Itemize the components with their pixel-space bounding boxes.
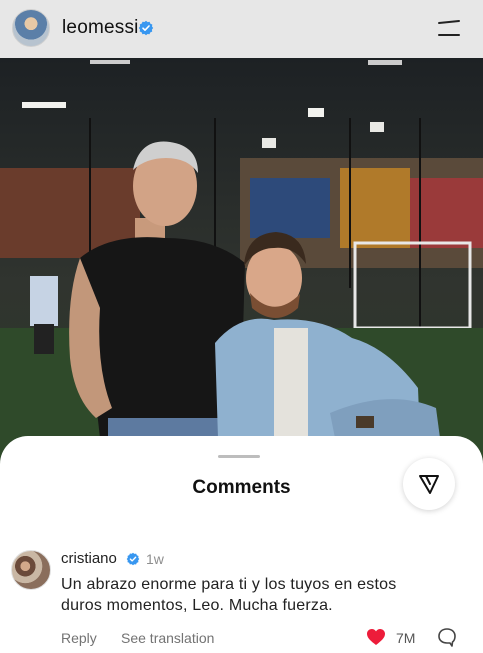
- see-translation-button[interactable]: See translation: [121, 630, 214, 646]
- reply-button[interactable]: Reply: [61, 630, 97, 646]
- comment-time: 1w: [146, 551, 164, 567]
- post-header: leomessi: [0, 0, 483, 58]
- photo-illustration: [0, 58, 483, 468]
- comments-sheet: Comments cristiano 1w Un abrazo enorme p…: [0, 436, 483, 653]
- comment-reply-icon[interactable]: [437, 627, 457, 647]
- verified-badge-icon: [126, 552, 140, 566]
- heart-icon[interactable]: [366, 628, 386, 646]
- menu-icon[interactable]: [437, 19, 461, 39]
- like-count: 7M: [396, 630, 416, 646]
- filter-button[interactable]: [403, 458, 455, 510]
- comment-text: Un abrazo enorme para ti y los tuyos en …: [61, 576, 397, 614]
- drag-handle[interactable]: [218, 455, 260, 458]
- verified-badge-icon: [138, 20, 154, 36]
- post-photo[interactable]: [0, 58, 483, 468]
- filter-icon: [419, 475, 439, 494]
- comment-username[interactable]: cristiano: [61, 550, 117, 567]
- commenter-avatar[interactable]: [11, 550, 51, 590]
- profile-avatar[interactable]: [12, 9, 50, 47]
- profile-username[interactable]: leomessi: [62, 17, 139, 39]
